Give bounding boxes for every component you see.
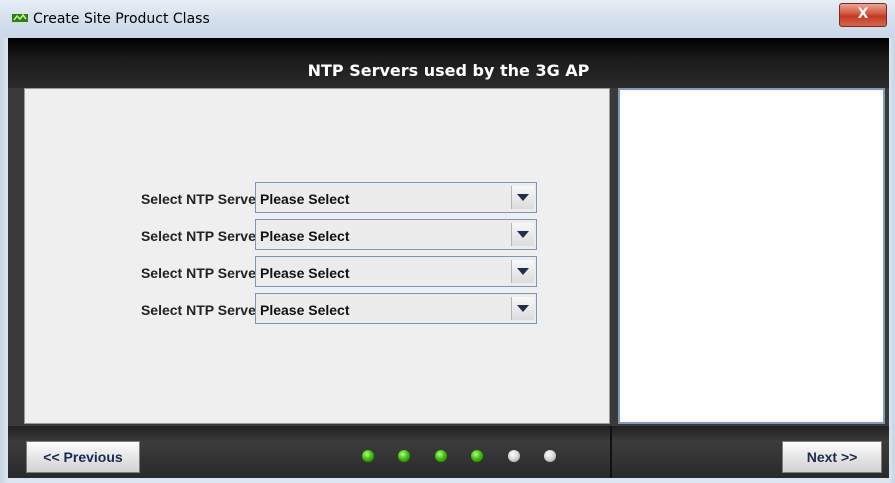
page-title: NTP Servers used by the 3G AP <box>307 61 590 80</box>
previous-button[interactable]: << Previous <box>26 441 140 473</box>
ntp-server-2-select[interactable]: Please Select <box>255 219 537 250</box>
chevron-down-icon[interactable] <box>511 223 534 246</box>
next-button[interactable]: Next >> <box>782 441 882 473</box>
ntp-server-row-3: Select NTP Server 3 Please Select <box>25 256 609 288</box>
select-value: Please Select <box>260 302 350 318</box>
ntp-server-row-1: Select NTP Server 1 Please Select <box>25 182 609 214</box>
chevron-down-icon[interactable] <box>511 186 534 209</box>
chevron-down-icon[interactable] <box>511 260 534 283</box>
ntp-server-row-4: Select NTP Server 4 Please Select <box>25 293 609 325</box>
ntp-server-1-select[interactable]: Please Select <box>255 182 537 213</box>
select-value: Please Select <box>260 228 350 244</box>
ntp-server-2-label: Select NTP Server 2 <box>140 228 273 244</box>
select-value: Please Select <box>260 265 350 281</box>
step-dot-completed <box>471 450 484 462</box>
title-bar[interactable]: Create Site Product Class X <box>0 0 895 39</box>
ntp-server-4-select[interactable]: Please Select <box>255 293 537 324</box>
window-right-border <box>889 38 895 483</box>
ntp-server-row-2: Select NTP Server 2 Please Select <box>25 219 609 251</box>
app-icon <box>12 11 28 25</box>
step-progress-indicator <box>362 450 576 464</box>
step-dot-completed <box>362 450 374 462</box>
close-button[interactable]: X <box>839 3 887 27</box>
ntp-server-3-label: Select NTP Server 3 <box>140 265 273 281</box>
step-dot-completed <box>434 450 447 462</box>
chevron-down-icon[interactable] <box>511 297 534 320</box>
footer-divider <box>610 426 612 478</box>
step-dot-pending <box>507 450 520 462</box>
window-title: Create Site Product Class <box>33 11 210 27</box>
window-left-border <box>0 38 8 483</box>
dialog-window: Create Site Product Class X NTP Servers … <box>0 0 895 483</box>
ntp-server-4-label: Select NTP Server 4 <box>140 302 273 318</box>
form-panel: Select NTP Server 1 Please Select Select… <box>24 88 610 424</box>
step-dot-pending <box>544 450 557 462</box>
ntp-server-1-label: Select NTP Server 1 <box>140 191 273 207</box>
ntp-server-3-select[interactable]: Please Select <box>255 256 537 287</box>
info-panel <box>618 88 885 424</box>
step-dot-completed <box>398 450 411 462</box>
select-value: Please Select <box>260 191 350 207</box>
header-banner: NTP Servers used by the 3G AP <box>8 38 889 88</box>
